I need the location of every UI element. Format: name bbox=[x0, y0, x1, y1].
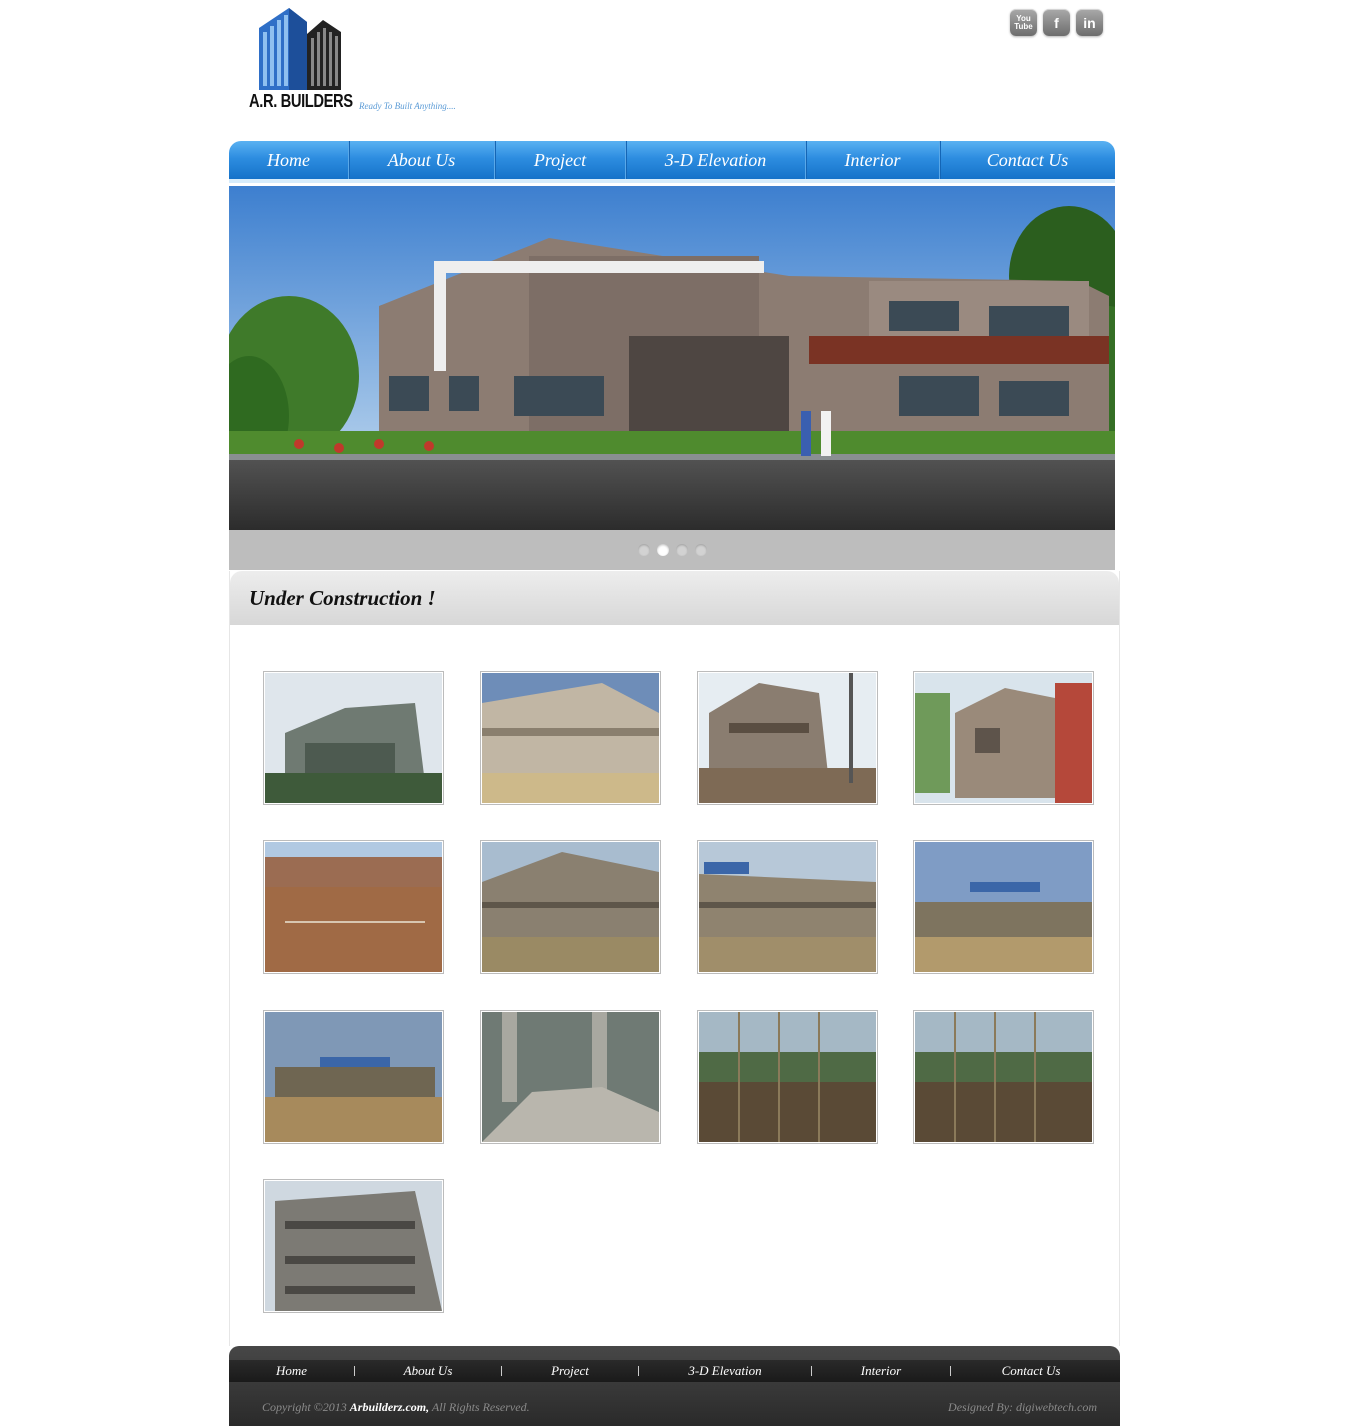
nav-contact-us[interactable]: Contact Us bbox=[940, 141, 1115, 179]
gallery-thumb[interactable] bbox=[697, 840, 878, 974]
youtube-icon[interactable]: You Tube bbox=[1010, 9, 1037, 36]
gallery-thumb[interactable] bbox=[263, 1179, 444, 1313]
facebook-icon[interactable]: f bbox=[1043, 9, 1070, 36]
gallery-thumb[interactable] bbox=[263, 840, 444, 974]
slider-dot-3[interactable] bbox=[675, 544, 688, 556]
gallery-thumb[interactable] bbox=[697, 671, 878, 805]
copyright-prefix: Copyright ©2013 bbox=[262, 1400, 350, 1414]
brand-name: A.R. BUILDERS bbox=[249, 91, 353, 111]
gallery-thumb[interactable] bbox=[480, 840, 661, 974]
gallery-thumb[interactable] bbox=[263, 1010, 444, 1144]
nav-project[interactable]: Project bbox=[495, 141, 626, 179]
gallery-thumb[interactable] bbox=[480, 671, 661, 805]
gallery-thumb[interactable] bbox=[263, 671, 444, 805]
company-logo[interactable]: A.R. BUILDERS Ready To Built Anything...… bbox=[249, 6, 479, 116]
slider-dot-2[interactable] bbox=[656, 544, 669, 556]
copyright-suffix: All Rights Reserved. bbox=[429, 1400, 530, 1414]
slider-dot-4[interactable] bbox=[694, 544, 707, 556]
copyright-text: Copyright ©2013 Arbuilderz.com, All Righ… bbox=[262, 1400, 530, 1415]
section-title: Under Construction ! bbox=[249, 585, 436, 610]
footer-nav-3d-elevation[interactable]: 3-D Elevation bbox=[639, 1363, 811, 1379]
gallery-thumb[interactable] bbox=[913, 1010, 1094, 1144]
brand-tagline: Ready To Built Anything.... bbox=[359, 101, 456, 111]
buildings-logo-icon bbox=[259, 8, 341, 90]
hero-slider-image bbox=[229, 186, 1115, 530]
social-links: You Tube f in bbox=[1010, 9, 1103, 36]
slider-pagination bbox=[229, 530, 1115, 570]
nav-interior[interactable]: Interior bbox=[806, 141, 940, 179]
copyright-site-link[interactable]: Arbuilderz.com, bbox=[350, 1400, 429, 1414]
nav-about-us[interactable]: About Us bbox=[349, 141, 495, 179]
footer-nav-about-us[interactable]: About Us bbox=[355, 1363, 501, 1379]
gallery-thumb[interactable] bbox=[913, 671, 1094, 805]
gallery-thumb[interactable] bbox=[480, 1010, 661, 1144]
gallery-thumb[interactable] bbox=[913, 840, 1094, 974]
footer-nav-project[interactable]: Project bbox=[502, 1363, 638, 1379]
nav-3d-elevation[interactable]: 3-D Elevation bbox=[626, 141, 806, 179]
nav-home[interactable]: Home bbox=[229, 141, 349, 179]
linkedin-icon[interactable]: in bbox=[1076, 9, 1103, 36]
footer-nav-contact-us[interactable]: Contact Us bbox=[951, 1363, 1111, 1379]
site-footer: Home About Us Project 3-D Elevation Inte… bbox=[229, 1346, 1120, 1426]
slider-dot-1[interactable] bbox=[637, 544, 650, 556]
designed-by-text[interactable]: Designed By: digiwebtech.com bbox=[948, 1400, 1097, 1415]
panel-header: Under Construction ! bbox=[230, 571, 1119, 625]
footer-nav-interior[interactable]: Interior bbox=[812, 1363, 950, 1379]
footer-nav-home[interactable]: Home bbox=[229, 1363, 354, 1379]
gallery-thumb[interactable] bbox=[697, 1010, 878, 1144]
main-nav: Home About Us Project 3-D Elevation Inte… bbox=[229, 141, 1115, 183]
footer-nav: Home About Us Project 3-D Elevation Inte… bbox=[229, 1360, 1120, 1382]
